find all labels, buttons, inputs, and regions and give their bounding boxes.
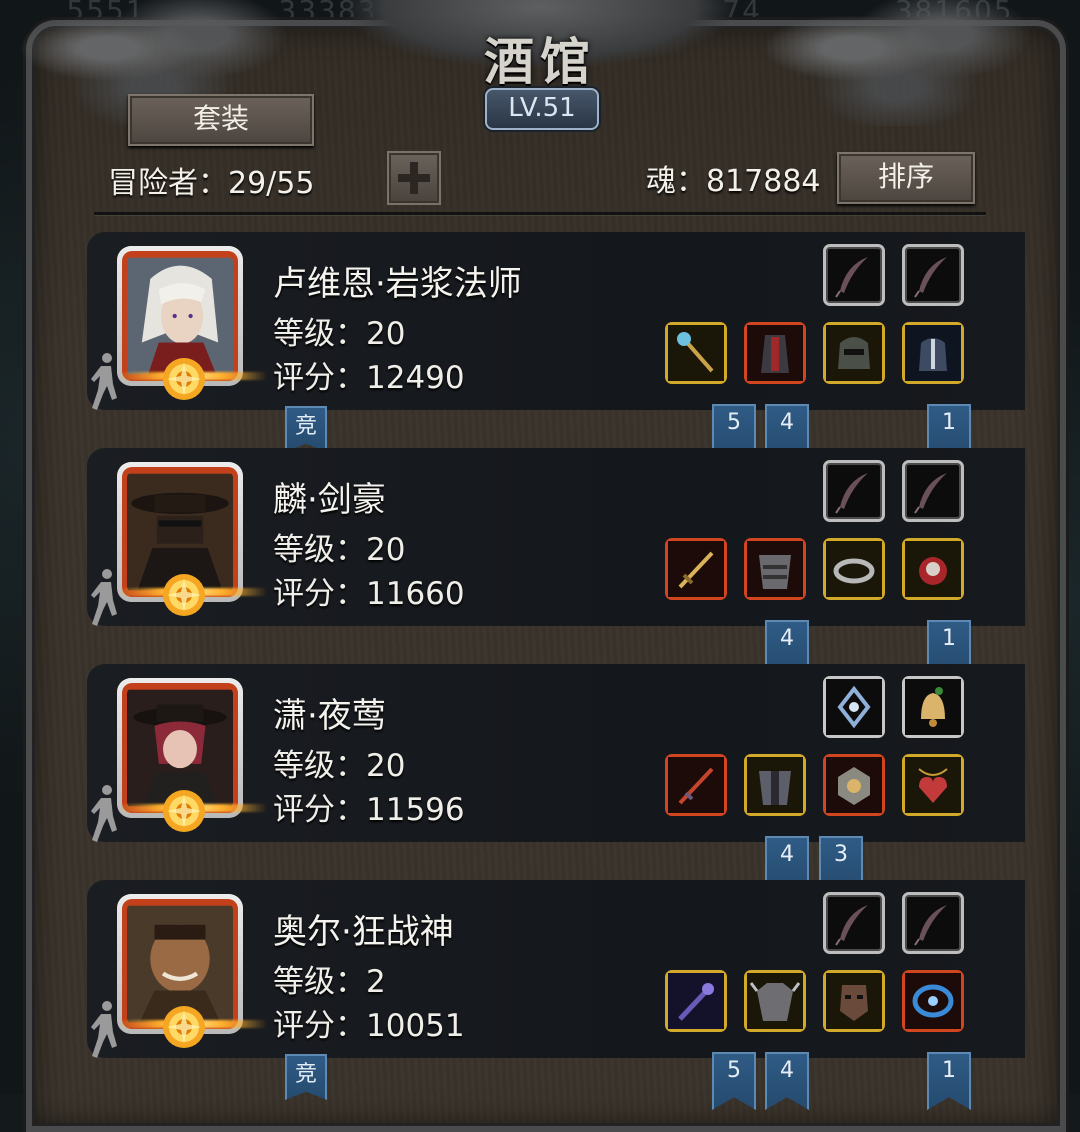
feather-icon[interactable] (902, 244, 964, 306)
hero-name: 潇·夜莺 (273, 696, 386, 736)
amulet-icon[interactable] (902, 538, 964, 600)
feather-icon[interactable] (823, 460, 885, 522)
bell-icon[interactable] (902, 676, 964, 738)
hero-score: 评分：10051 (273, 1008, 465, 1044)
armor-icon[interactable] (744, 322, 806, 384)
hero-card[interactable]: 卢维恩·岩浆法师 等级：20 评分：12490 竞 5 4 1 (87, 232, 1025, 462)
rank-emblem-icon (161, 788, 207, 834)
runner-icon (89, 566, 119, 628)
add-slot-button[interactable] (387, 151, 441, 205)
armor-icon[interactable] (744, 754, 806, 816)
helmet-icon[interactable] (823, 322, 885, 384)
sort-button[interactable]: 排序 (837, 152, 975, 204)
soul-currency: 魂：817884 (646, 164, 821, 199)
divider (94, 212, 986, 215)
runner-icon (89, 782, 119, 844)
hero-name: 奥尔·狂战神 (273, 912, 454, 952)
page-title: 酒馆 (484, 32, 596, 91)
ring-icon[interactable] (823, 538, 885, 600)
runner-icon (89, 998, 119, 1060)
sword-icon[interactable] (665, 754, 727, 816)
helmet-icon[interactable] (902, 322, 964, 384)
rank-emblem-icon (161, 572, 207, 618)
hero-level: 等级：2 (273, 964, 386, 1000)
hero-score: 评分：11596 (273, 792, 465, 828)
hero-card[interactable]: 麟·剑豪 等级：20 评分：11660 4 1 (87, 448, 1025, 678)
rank-emblem-icon (161, 1004, 207, 1050)
staff-icon[interactable] (665, 322, 727, 384)
rank-emblem-icon (161, 356, 207, 402)
hero-score: 评分：11660 (273, 576, 465, 612)
runner-icon (89, 350, 119, 412)
suit-button[interactable]: 套装 (128, 94, 314, 146)
ring-icon[interactable] (823, 754, 885, 816)
amulet-icon[interactable] (902, 970, 964, 1032)
feather-icon[interactable] (823, 244, 885, 306)
feather-icon[interactable] (902, 892, 964, 954)
hero-name: 麟·剑豪 (273, 480, 386, 520)
mask-icon[interactable] (823, 970, 885, 1032)
feather-icon[interactable] (902, 460, 964, 522)
amulet-icon[interactable] (902, 754, 964, 816)
amulet-icon[interactable] (823, 676, 885, 738)
hero-score: 评分：12490 (273, 360, 465, 396)
hero-level: 等级：20 (273, 532, 406, 568)
armor-icon[interactable] (744, 538, 806, 600)
adventurer-count: 冒险者：29/55 (108, 166, 315, 201)
tavern-level-badge: LV.51 (485, 88, 599, 130)
hero-name: 卢维恩·岩浆法师 (273, 264, 522, 304)
hero-level: 等级：20 (273, 316, 406, 352)
hero-card[interactable]: 奥尔·狂战神 等级：2 评分：10051 竞 5 4 1 (87, 880, 1025, 1110)
armor-icon[interactable] (744, 970, 806, 1032)
staff-icon[interactable] (665, 970, 727, 1032)
sword-icon[interactable] (665, 538, 727, 600)
feather-icon[interactable] (823, 892, 885, 954)
hero-card[interactable]: 潇·夜莺 等级：20 评分：11596 4 3 (87, 664, 1025, 894)
hero-level: 等级：20 (273, 748, 406, 784)
